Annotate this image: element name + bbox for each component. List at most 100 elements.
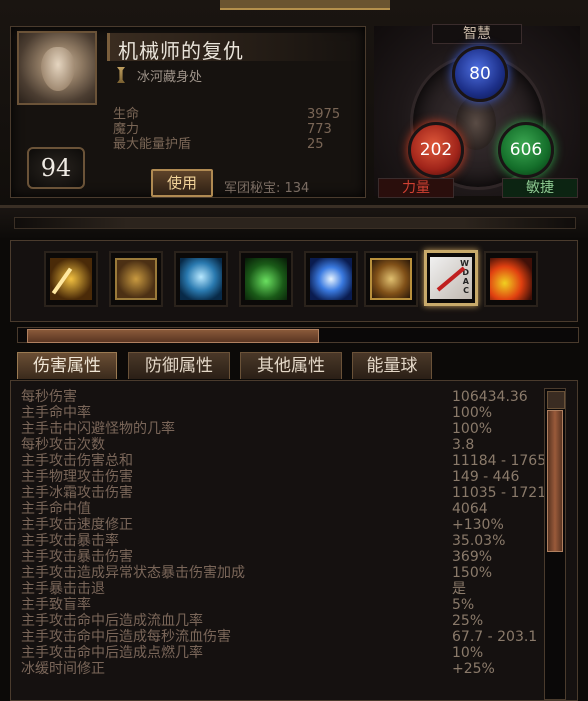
table-row: 冰缓时间修正 +25%: [21, 661, 541, 677]
character-stats: 生命 3975 魔力 773 最大能量护盾 25: [113, 107, 343, 152]
spinning-blades-icon: [115, 258, 157, 300]
intelligence-label: 智慧: [432, 24, 522, 44]
stat-value: 773: [307, 122, 332, 137]
fist-icon: [370, 258, 412, 300]
table-row: 主手攻击命中后造成流血几率 25%: [21, 613, 541, 629]
table-row: 主手攻击速度修正 +130%: [21, 517, 541, 533]
stat-value: 11184 - 17657: [452, 453, 548, 469]
stat-key: 主手暴击击退: [21, 581, 105, 597]
stat-key: 主手攻击命中后造成流血几率: [21, 613, 203, 629]
skill-tag: W: [460, 259, 469, 268]
skill-scrollbar-thumb[interactable]: [27, 329, 319, 343]
stat-key: 主手冰霜攻击伤害: [21, 485, 133, 501]
stat-key: 冰缓时间修正: [21, 661, 105, 677]
stat-label: 生命: [113, 107, 140, 122]
intelligence-orb: 80: [452, 46, 508, 102]
stat-value: 25%: [452, 613, 484, 629]
stat-value: 150%: [452, 565, 493, 581]
attribute-panel: 智慧 80 202 606 力量 敏捷: [374, 24, 580, 198]
table-row: 主手命中率 100%: [21, 405, 541, 421]
scroll-up-icon[interactable]: [547, 391, 565, 409]
tab-damage[interactable]: 伤害属性: [17, 352, 117, 379]
legion-treasure-label: 军团秘宝: 134: [224, 181, 310, 196]
skill-tag: C: [463, 286, 469, 295]
table-row: 主手冰霜攻击伤害 11035 - 17211: [21, 485, 548, 501]
table-row: 每秒伤害 106434.36: [21, 389, 541, 405]
stat-key: 主手物理攻击伤害: [21, 469, 133, 485]
stat-value: +25%: [452, 661, 495, 677]
skill-slot-selected[interactable]: W D A C: [424, 250, 478, 306]
arrow-rune-icon: W D A C: [430, 257, 472, 299]
skill-slot[interactable]: [109, 251, 163, 307]
stat-key: 每秒伤害: [21, 389, 77, 405]
skill-tag: A: [462, 277, 469, 286]
ice-lightning-icon: [180, 258, 222, 300]
character-panel: 94 机械师的复仇 冰河藏身处 生命 3975 魔力 773 最大能量护盾 25…: [10, 26, 366, 198]
stat-value: 369%: [452, 549, 493, 565]
tab-charges[interactable]: 能量球: [352, 352, 432, 379]
stat-value: 11035 - 17211: [452, 485, 548, 501]
skill-slot[interactable]: [304, 251, 358, 307]
dexterity-label: 敏捷: [502, 178, 578, 198]
stat-value: 100%: [452, 421, 493, 437]
dexterity-orb: 606: [498, 122, 554, 178]
golden-sword-icon: [50, 258, 92, 300]
portrait-face: [41, 47, 75, 91]
stat-value: 4064: [452, 501, 488, 517]
stat-value: 25: [307, 137, 324, 152]
table-row: 主手致盲率 5%: [21, 597, 541, 613]
stat-key: 主手攻击暴击伤害: [21, 549, 133, 565]
stat-key: 主手攻击命中后造成点燃几率: [21, 645, 203, 661]
stat-value: 3.8: [452, 437, 475, 453]
stat-value: 是: [452, 581, 466, 597]
stat-key: 主手攻击命中后造成每秒流血伤害: [21, 629, 231, 645]
stat-value: 67.7 - 203.1: [452, 629, 538, 645]
stat-value: 10%: [452, 645, 484, 661]
skill-slot[interactable]: [484, 251, 538, 307]
stat-value: 149 - 446: [452, 469, 520, 485]
stat-row-life: 生命 3975: [113, 107, 343, 122]
table-row: 主手击中闪避怪物的几率 100%: [21, 421, 541, 437]
stat-value: 3975: [307, 107, 341, 122]
stat-key: 主手攻击伤害总和: [21, 453, 133, 469]
stat-key: 每秒攻击次数: [21, 437, 105, 453]
stat-key: 主手攻击造成异常状态暴击伤害加成: [21, 565, 245, 581]
flame-warrior-icon: [490, 258, 532, 300]
character-header: 94 机械师的复仇 冰河藏身处 生命 3975 魔力 773 最大能量护盾 25…: [0, 0, 588, 207]
stat-key: 主手命中率: [21, 405, 91, 421]
skill-slot[interactable]: [239, 251, 293, 307]
stat-key: 主手命中值: [21, 501, 91, 517]
character-portrait[interactable]: [17, 31, 97, 105]
frost-orb-icon: [310, 258, 352, 300]
stat-row-energy-shield: 最大能量护盾 25: [113, 137, 343, 152]
stat-value: 100%: [452, 405, 493, 421]
skill-slot[interactable]: [174, 251, 228, 307]
stat-key: 主手致盲率: [21, 597, 91, 613]
table-row: 主手暴击击退 是: [21, 581, 541, 597]
tab-misc[interactable]: 其他属性: [240, 352, 342, 379]
stat-label: 最大能量护盾: [113, 137, 192, 152]
table-row: 每秒攻击次数 3.8: [21, 437, 541, 453]
table-row: 主手攻击暴击率 35.03%: [21, 533, 541, 549]
table-row: 主手攻击命中后造成每秒流血伤害 67.7 - 203.1: [21, 629, 541, 645]
stats-scrollbar-thumb[interactable]: [547, 410, 563, 552]
table-row: 主手攻击暴击伤害 369%: [21, 549, 541, 565]
hideout-label: 冰河藏身处: [137, 70, 203, 85]
table-row: 主手攻击造成异常状态暴击伤害加成 150%: [21, 565, 541, 581]
stat-value: 35.03%: [452, 533, 506, 549]
table-row: 主手攻击命中后造成点燃几率 10%: [21, 645, 541, 661]
skill-slot[interactable]: [44, 251, 98, 307]
table-row: 主手命中值 4064: [21, 501, 541, 517]
use-button[interactable]: 使用: [151, 169, 213, 197]
name-bar: 机械师的复仇: [107, 33, 360, 63]
damage-stats-table: 每秒伤害 106434.36 主手命中率 100% 主手击中闪避怪物的几率 100% 每秒攻…: [10, 380, 578, 701]
stat-row-mana: 魔力 773: [113, 122, 343, 137]
skill-slot[interactable]: [364, 251, 418, 307]
skill-tag: D: [462, 268, 469, 277]
stat-value: +130%: [452, 517, 504, 533]
strength-label: 力量: [378, 178, 454, 198]
stat-value: 5%: [452, 597, 475, 613]
tab-defense[interactable]: 防御属性: [128, 352, 230, 379]
table-row: 主手物理攻击伤害 149 - 446: [21, 469, 541, 485]
skill-bar: W D A C: [10, 240, 579, 343]
